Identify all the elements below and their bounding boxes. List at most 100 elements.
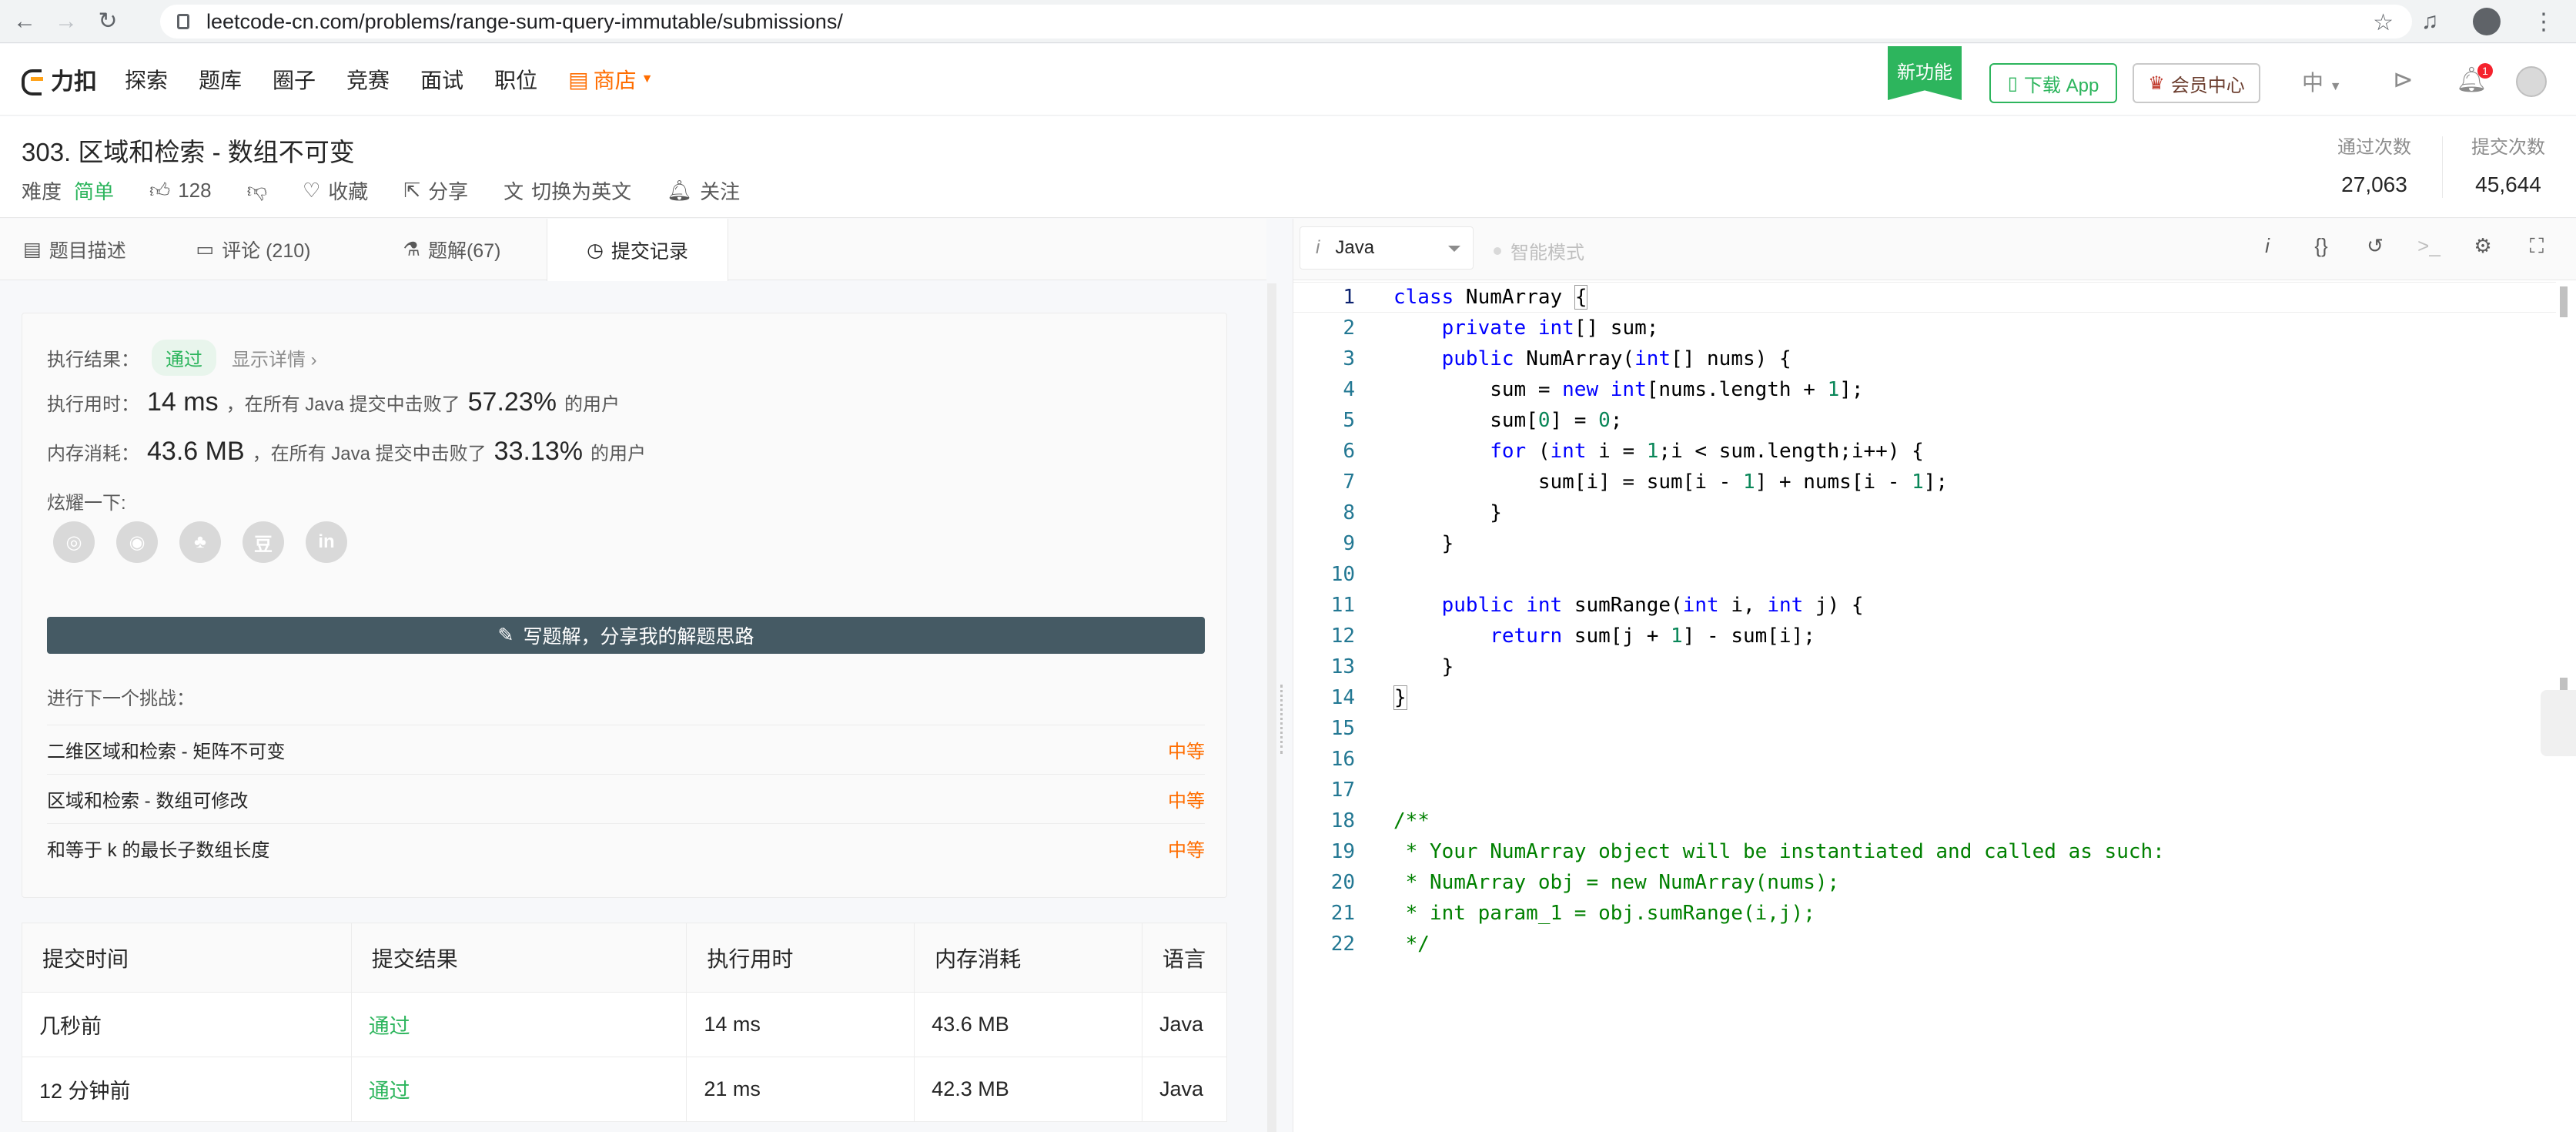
favorite-button[interactable]: ♡ 收藏 (303, 176, 368, 205)
shop-label: 商店 (593, 69, 637, 92)
tab-solutions[interactable]: ⚗ 题解(67) (357, 219, 547, 280)
result-line: 执行结果： 通过 显示详情 › (47, 340, 317, 376)
back-icon[interactable]: ← (8, 5, 42, 39)
code-line: 7 sum[i] = sum[i - 1] + nums[i - 1]; (1293, 467, 2556, 497)
drag-handle-icon[interactable] (1280, 685, 1283, 754)
next-challenge-label: 进行下一个挑战： (47, 688, 195, 709)
smart-mode-label: 智能模式 (1510, 243, 1584, 263)
line-number: 9 (1343, 532, 1355, 555)
console-icon[interactable]: >_ (2414, 234, 2444, 258)
share-button[interactable]: ⇱ 分享 (403, 176, 468, 205)
tab-comments[interactable]: ▭ 评论 (210) (149, 219, 357, 280)
account-icon[interactable] (2470, 5, 2504, 39)
tab-submissions-label: 提交记录 (611, 240, 688, 263)
difficulty-value: 简单 (74, 180, 115, 203)
col-submit-result: 提交结果 (351, 923, 687, 993)
address-bar[interactable]: leetcode-cn.com/problems/range-sum-query… (160, 5, 2412, 39)
bookmark-star-icon[interactable]: ☆ (2373, 9, 2394, 36)
wechat-icon[interactable]: ◎ (53, 521, 95, 563)
panel-splitter[interactable] (1266, 219, 1293, 1132)
douban-icon[interactable]: 豆 (243, 521, 284, 563)
vip-center-button[interactable]: ♛ 会员中心 (2133, 63, 2260, 103)
code-line: 5 sum[0] = 0; (1293, 405, 2556, 436)
cell-result-link[interactable]: 通过 (351, 992, 687, 1057)
next-challenge-title: 和等于 k 的最长子数组长度 (47, 840, 270, 861)
notification-badge: 1 (2477, 63, 2493, 79)
qq-icon[interactable]: ♣ (179, 521, 221, 563)
switch-language-button[interactable]: 文 切换为英文 (503, 176, 631, 205)
next-challenge-list: 二维区域和检索 - 矩阵不可变 中等 区域和检索 - 数组可修改 中等 和等于 … (47, 725, 1205, 872)
line-number: 7 (1343, 471, 1355, 494)
fullscreen-icon[interactable]: ⛶ (2521, 234, 2552, 259)
info-icon[interactable]: i (2252, 234, 2283, 258)
cell-result-link[interactable]: 通过 (351, 1057, 687, 1122)
cell-runtime: 21 ms (686, 1057, 915, 1122)
format-braces-icon[interactable]: {} (2306, 234, 2337, 258)
line-number: 17 (1330, 779, 1355, 802)
user-avatar[interactable] (2516, 66, 2547, 97)
follow-button[interactable]: 🔔︎ 关注 (667, 176, 740, 205)
editor-scrollbar-thumb[interactable] (2560, 286, 2568, 317)
logo[interactable]: 力扣 (20, 62, 97, 96)
list-item[interactable]: 和等于 k 的最长子数组长度 中等 (47, 823, 1205, 872)
col-memory: 内存消耗 (914, 923, 1142, 993)
nav-shop[interactable]: ▤ 商店 ▼ (568, 64, 653, 95)
problem-header: 303. 区域和检索 - 数组不可变 难度 简单 👍︎ 128 👎︎ ♡ 收藏 … (0, 116, 2576, 218)
write-solution-button[interactable]: ✎ 写题解，分享我的解题思路 (47, 617, 1205, 654)
follow-label: 关注 (700, 180, 741, 203)
language-select[interactable]: i Java (1300, 226, 1474, 270)
forward-icon[interactable]: → (49, 5, 83, 39)
side-panel-toggle[interactable] (2541, 690, 2576, 756)
list-item[interactable]: 二维区域和检索 - 矩阵不可变 中等 (47, 725, 1205, 774)
nav-problems[interactable]: 题库 (199, 64, 242, 95)
problem-meta: 难度 简单 👍︎ 128 👎︎ ♡ 收藏 ⇱ 分享 文 切换为英文 🔔︎ 关注 (22, 176, 775, 205)
share-icon: ⇱ (403, 179, 421, 202)
nav-circle[interactable]: 圈子 (273, 64, 316, 95)
reset-icon[interactable]: ↺ (2360, 234, 2390, 258)
heart-icon: ♡ (302, 179, 321, 202)
line-number: 6 (1343, 440, 1355, 463)
like-button[interactable]: 👍︎ 128 (149, 179, 212, 203)
language-switch[interactable]: 中 ▼ (2302, 66, 2342, 97)
code-line: 16 (1293, 744, 2556, 775)
more-menu-icon[interactable]: ⋮ (2527, 5, 2561, 39)
dislike-button[interactable]: 👎︎ (247, 179, 267, 203)
media-control-icon[interactable]: ♫ (2413, 5, 2447, 39)
code-editor[interactable]: 1 class NumArray { 2 private int[] sum; 3… (1293, 280, 2576, 1132)
chevron-down-icon: ▼ (641, 72, 654, 85)
settings-gear-icon[interactable]: ⚙ (2467, 234, 2498, 258)
line-number: 15 (1330, 717, 1355, 740)
smart-mode-toggle[interactable]: 智能模式 (1494, 237, 1584, 264)
code-text: for (int i = 1;i < sum.length;i++) { (1490, 440, 1924, 463)
linkedin-icon[interactable]: in (306, 521, 347, 563)
code-text: public int sumRange(int i, int j) { (1441, 594, 1864, 617)
problem-tabs: ▤ 题目描述 ▭ 评论 (210) ⚗ 题解(67) ◷ 提交记录 (0, 219, 1266, 281)
show-details-link[interactable]: 显示详情 › (232, 344, 317, 371)
memory-line: 内存消耗： 43.6 MB ，在所有 Java 提交中击败了 33.13% 的用… (47, 437, 646, 467)
difficulty-label: 难度 (22, 180, 62, 203)
tab-submissions[interactable]: ◷ 提交记录 (547, 219, 728, 281)
weibo-icon[interactable]: ◉ (116, 521, 158, 563)
code-line: 20 * NumArray obj = new NumArray(nums); (1293, 867, 2556, 898)
col-runtime: 执行用时 (686, 923, 915, 993)
playground-icon[interactable]: ⊳ (2393, 65, 2414, 94)
nav-explore[interactable]: 探索 (125, 64, 168, 95)
left-panel: ▤ 题目描述 ▭ 评论 (210) ⚗ 题解(67) ◷ 提交记录 执行结果： … (0, 219, 1266, 1132)
cell-language: Java (1142, 1057, 1228, 1122)
list-item[interactable]: 区域和检索 - 数组可修改 中等 (47, 774, 1205, 823)
nav-contest[interactable]: 竞赛 (346, 64, 390, 95)
status-badge: 通过 (152, 340, 216, 376)
nav-jobs[interactable]: 职位 (494, 64, 537, 95)
line-number: 22 (1330, 933, 1355, 956)
reload-icon[interactable]: ↻ (91, 5, 125, 39)
tab-comments-label: 评论 (210) (222, 240, 311, 262)
download-app-button[interactable]: ▯ 下载 App (1989, 63, 2117, 103)
runtime-label: 执行用时： (47, 394, 139, 415)
runtime-tail: 的用户 (564, 394, 620, 415)
tab-description[interactable]: ▤ 题目描述 (0, 219, 149, 280)
difficulty-tag: 中等 (1168, 742, 1205, 762)
left-scrollbar[interactable] (1267, 283, 1276, 1132)
thumbs-down-icon: 👎︎ (246, 179, 267, 202)
nav-interview[interactable]: 面试 (420, 64, 463, 95)
code-line: 2 private int[] sum; (1293, 313, 2556, 343)
